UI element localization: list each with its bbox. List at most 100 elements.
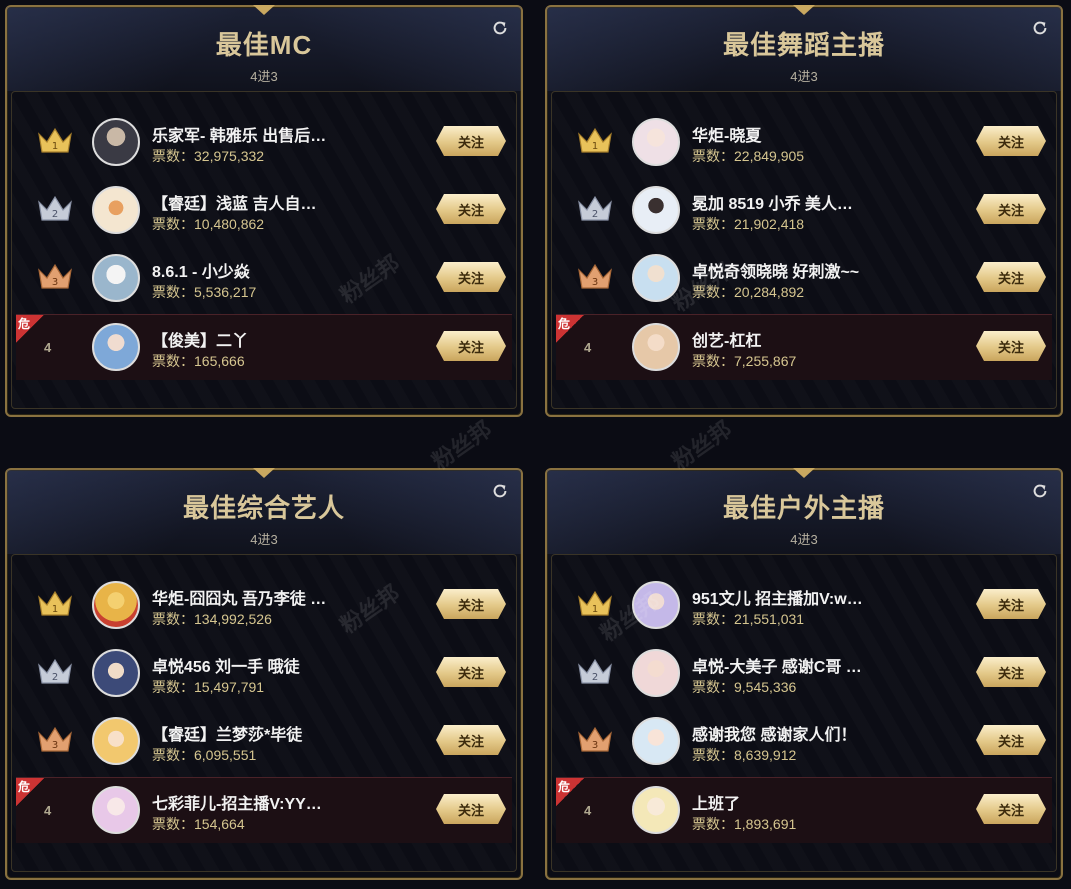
streamer-name[interactable]: 卓悦456 刘一手 哦徒	[152, 653, 422, 677]
panel-subtitle: 4进3	[250, 69, 278, 84]
avatar[interactable]	[92, 581, 140, 629]
avatar[interactable]	[632, 118, 680, 166]
ranking-row: 2 卓悦-大美子 感谢C哥 … 票数：9,545,336 关注	[556, 641, 1052, 707]
refresh-icon[interactable]	[1031, 19, 1049, 37]
vote-count: 票数：7,255,867	[692, 353, 797, 369]
rank-number: 4	[44, 803, 52, 818]
rank-number: 3	[592, 277, 598, 288]
streamer-name[interactable]: 冕加 8519 小乔 美人…	[692, 190, 962, 214]
ranking-row: 3 感谢我您 感谢家人们！ 票数：8,639,912 关注	[556, 709, 1052, 775]
avatar[interactable]	[632, 649, 680, 697]
danger-badge: 危	[556, 315, 584, 343]
avatar[interactable]	[92, 717, 140, 765]
ranking-list: 1 951文儿 招主播加V:w… 票数：21,551,031 关注 2 卓悦-大…	[551, 554, 1057, 872]
follow-button[interactable]: 关注	[976, 262, 1046, 292]
streamer-name[interactable]: 七彩菲儿-招主播V:YY…	[152, 790, 422, 814]
ranking-row: 1 华炬-晓夏 票数：22,849,905 关注	[556, 110, 1052, 176]
refresh-icon[interactable]	[491, 482, 509, 500]
follow-button[interactable]: 关注	[976, 725, 1046, 755]
avatar[interactable]	[92, 118, 140, 166]
danger-badge: 危	[556, 778, 584, 806]
follow-button[interactable]: 关注	[436, 126, 506, 156]
rank-number: 2	[592, 672, 598, 683]
avatar[interactable]	[92, 323, 140, 371]
follow-button[interactable]: 关注	[436, 331, 506, 361]
follow-button[interactable]: 关注	[436, 589, 506, 619]
ranking-row: 3 【睿廷】兰梦莎*毕徒 票数：6,095,551 关注	[16, 709, 512, 775]
vote-count: 票数：21,902,418	[692, 216, 805, 232]
danger-label: 危	[558, 317, 571, 331]
streamer-name[interactable]: 华炬-囧囧丸 吾乃李徒 …	[152, 585, 422, 609]
rank-number: 1	[592, 604, 598, 615]
avatar[interactable]	[92, 649, 140, 697]
bronze-crown-icon: 3	[38, 726, 72, 752]
ranking-row: 3 卓悦奇领晓晓 好刺激~~ 票数：20,284,892 关注	[556, 246, 1052, 312]
panel-header: 最佳综合艺人 4进3	[7, 470, 521, 554]
streamer-name[interactable]: 【俊美】二丫	[152, 327, 422, 351]
rank-number: 2	[52, 209, 58, 220]
rank-number: 1	[52, 604, 58, 615]
panel-best-mc: 最佳MC 4进3 1 乐家军- 韩雅乐 出售后… 票数：32,975,332 关…	[5, 5, 523, 417]
panel-subtitle: 4进3	[790, 69, 818, 84]
gold-crown-icon: 1	[578, 590, 612, 616]
avatar[interactable]	[632, 786, 680, 834]
ranking-row: 3 8.6.1 - 小少焱 票数：5,536,217 关注	[16, 246, 512, 312]
streamer-name[interactable]: 乐家军- 韩雅乐 出售后…	[152, 122, 422, 146]
streamer-name[interactable]: 8.6.1 - 小少焱	[152, 258, 422, 282]
avatar[interactable]	[632, 254, 680, 302]
danger-label: 危	[18, 317, 31, 331]
streamer-name[interactable]: 卓悦奇领晓晓 好刺激~~	[692, 258, 962, 282]
follow-button[interactable]: 关注	[436, 725, 506, 755]
follow-button[interactable]: 关注	[436, 262, 506, 292]
avatar[interactable]	[632, 186, 680, 234]
streamer-name[interactable]: 卓悦-大美子 感谢C哥 …	[692, 653, 962, 677]
streamer-name[interactable]: 上班了	[692, 790, 962, 814]
refresh-icon[interactable]	[491, 19, 509, 37]
ranking-row: 2 【睿廷】浅蓝 吉人自… 票数：10,480,862 关注	[16, 178, 512, 244]
silver-crown-icon: 2	[38, 195, 72, 221]
avatar[interactable]	[632, 717, 680, 765]
avatar[interactable]	[632, 323, 680, 371]
streamer-name[interactable]: 创艺-杠杠	[692, 327, 962, 351]
follow-button[interactable]: 关注	[976, 657, 1046, 687]
ranking-row: 2 卓悦456 刘一手 哦徒 票数：15,497,791 关注	[16, 641, 512, 707]
follow-button[interactable]: 关注	[976, 194, 1046, 224]
ranking-row-danger: 危 4 七彩菲儿-招主播V:YY… 票数：154,664 关注	[16, 777, 512, 843]
follow-button[interactable]: 关注	[976, 126, 1046, 156]
avatar[interactable]	[92, 186, 140, 234]
avatar[interactable]	[92, 786, 140, 834]
danger-badge: 危	[16, 315, 44, 343]
ranking-list: 1 华炬-晓夏 票数：22,849,905 关注 2 冕加 8519 小乔 美人…	[551, 91, 1057, 409]
danger-label: 危	[558, 780, 571, 794]
ranking-row-danger: 危 4 上班了 票数：1,893,691 关注	[556, 777, 1052, 843]
vote-count: 票数：154,664	[152, 816, 245, 832]
rank-number: 3	[52, 740, 58, 751]
panel-header: 最佳MC 4进3	[7, 7, 521, 91]
panel-subtitle: 4进3	[250, 532, 278, 547]
danger-label: 危	[18, 780, 31, 794]
follow-button[interactable]: 关注	[436, 194, 506, 224]
vote-count: 票数：1,893,691	[692, 816, 797, 832]
danger-badge: 危	[16, 778, 44, 806]
silver-crown-icon: 2	[578, 195, 612, 221]
streamer-name[interactable]: 951文儿 招主播加V:w…	[692, 585, 962, 609]
streamer-name[interactable]: 【睿廷】兰梦莎*毕徒	[152, 721, 422, 745]
streamer-name[interactable]: 感谢我您 感谢家人们！	[692, 721, 962, 745]
refresh-icon[interactable]	[1031, 482, 1049, 500]
ranking-row: 2 冕加 8519 小乔 美人… 票数：21,902,418 关注	[556, 178, 1052, 244]
streamer-name[interactable]: 【睿廷】浅蓝 吉人自…	[152, 190, 422, 214]
follow-button[interactable]: 关注	[976, 794, 1046, 824]
follow-button[interactable]: 关注	[976, 589, 1046, 619]
follow-button[interactable]: 关注	[976, 331, 1046, 361]
panel-title: 最佳综合艺人	[182, 493, 345, 523]
silver-crown-icon: 2	[38, 658, 72, 684]
avatar[interactable]	[92, 254, 140, 302]
bronze-crown-icon: 3	[578, 726, 612, 752]
panel-header: 最佳户外主播 4进3	[547, 470, 1061, 554]
streamer-name[interactable]: 华炬-晓夏	[692, 122, 962, 146]
follow-button[interactable]: 关注	[436, 657, 506, 687]
vote-count: 票数：134,992,526	[152, 611, 272, 627]
avatar[interactable]	[632, 581, 680, 629]
follow-button[interactable]: 关注	[436, 794, 506, 824]
panel-subtitle: 4进3	[790, 532, 818, 547]
